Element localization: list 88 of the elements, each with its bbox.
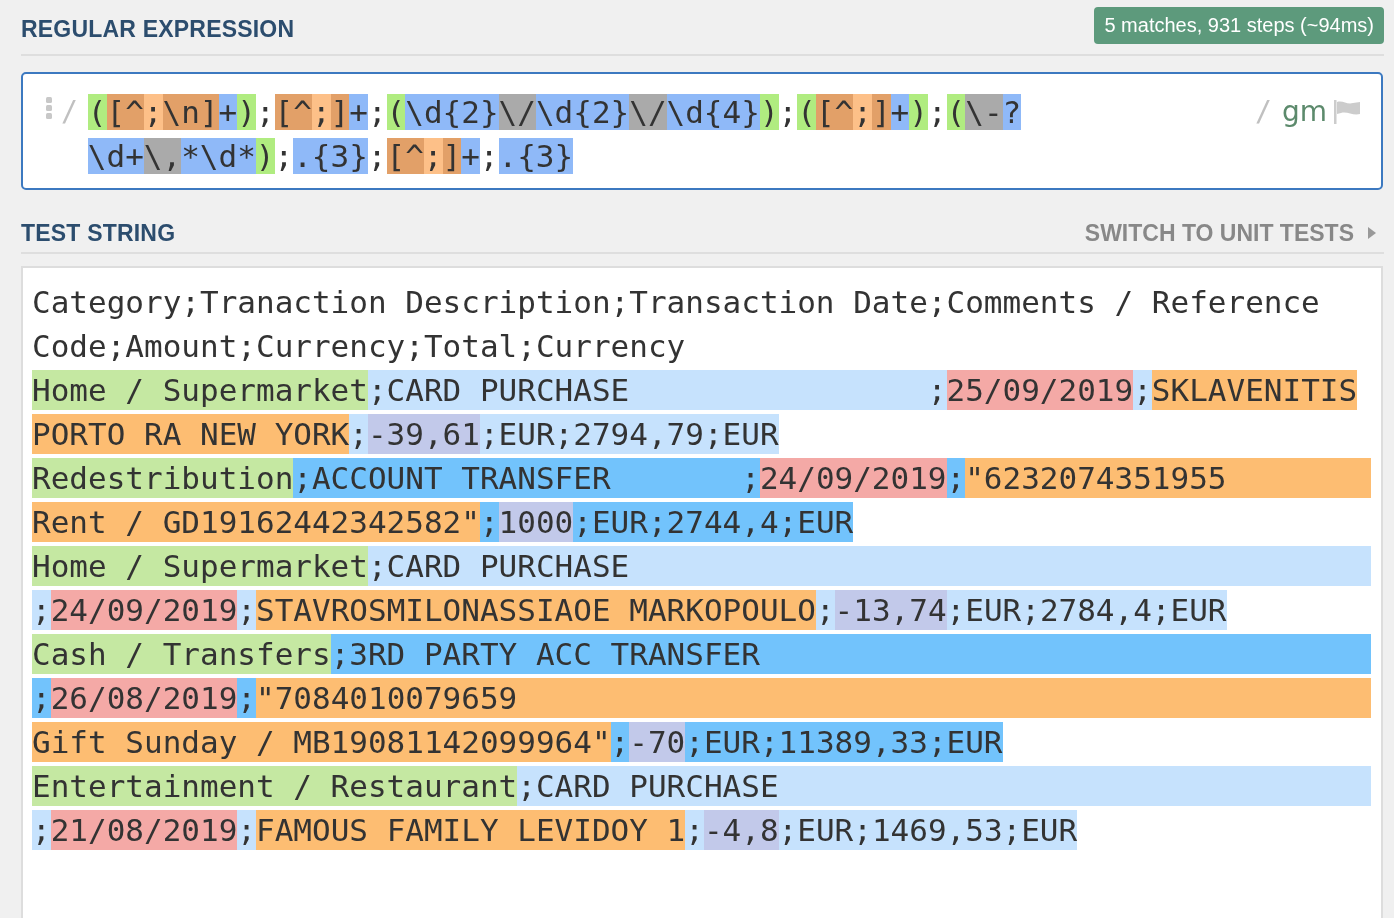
regex-token: ; — [479, 138, 499, 174]
highlighted-text: Home / Supermarket — [32, 370, 368, 410]
highlighted-text: PORTO RA NEW YORK — [32, 414, 350, 454]
regex-token: \, — [143, 138, 182, 174]
regex-token: \d{4} — [666, 94, 760, 130]
match-count-badge: 5 matches, 931 steps (~94ms) — [1094, 6, 1384, 44]
highlighted-text: -4,8 — [703, 810, 779, 850]
highlighted-text: ;EUR;2794,79;EUR — [479, 414, 779, 454]
highlighted-text: Entertainment / Restaurant — [32, 766, 518, 806]
regex-token: ; — [778, 94, 798, 130]
regex-token: ; — [367, 138, 387, 174]
regex-token: \n] — [162, 94, 219, 130]
regex-token: ; — [274, 138, 294, 174]
regex-token: [^ — [386, 138, 424, 174]
regex-delimiter: / — [61, 94, 78, 130]
regex-delimiter: / — [1255, 94, 1272, 130]
highlighted-text: ; — [685, 810, 704, 850]
highlighted-text: STAVROSMILONASSIAOE MARKOPOULO — [256, 590, 816, 630]
section-title: TEST STRING — [21, 219, 176, 247]
highlighted-text: ;CARD PURCHASE ; — [367, 370, 947, 410]
highlighted-text: ;ACCOUNT TRANSFER ; — [293, 458, 760, 498]
regex-token: [^ — [106, 94, 144, 130]
highlighted-text: -13,74 — [834, 590, 947, 630]
highlighted-text: ; — [237, 590, 256, 630]
highlighted-text: ; — [237, 810, 256, 850]
highlighted-text: Redestribution — [32, 458, 294, 498]
highlighted-text: ;EUR;11389,33;EUR — [685, 722, 1003, 762]
highlighted-text: 1000 — [498, 502, 574, 542]
test-text: Code;Amount;Currency;Total;Currency — [32, 327, 686, 366]
regex-token: [^ — [274, 94, 312, 130]
highlighted-text: ; — [32, 590, 51, 630]
regex-field[interactable]: / ([^;\n]+);[^;]+;(\d{2}\/\d{2}\/\d{4});([^;]+);(\-? \d+\,*\d*);.{3};[^;]+;.{3} / gm — [21, 72, 1383, 190]
highlighted-text: 24/09/2019 — [50, 590, 238, 630]
highlighted-text: "7084010079659 — [256, 678, 518, 718]
regex-token: + — [349, 94, 368, 130]
regex-token: \d{2} — [535, 94, 630, 130]
highlighted-text: ;CARD PURCHASE — [517, 766, 779, 806]
highlighted-text: ;EUR;2744,4;EUR — [573, 502, 854, 542]
highlighted-text: Home / Supermarket — [32, 546, 368, 586]
regex-token: ( — [797, 94, 816, 130]
regex-token: ; — [853, 94, 872, 130]
highlighted-text: SKLAVENITIS — [1151, 370, 1358, 410]
highlighted-text: ;3RD PARTY ACC TRANSFER — [330, 634, 760, 674]
highlighted-text: ; — [32, 810, 51, 850]
regex-token: \/ — [498, 94, 536, 130]
drag-handle-icon[interactable] — [45, 96, 53, 120]
highlighted-text: FAMOUS FAMILY LEVIDOY 1 — [256, 810, 686, 850]
regex-token: ( — [87, 94, 107, 130]
highlighted-text: Rent / GD19162442342582" — [32, 502, 480, 542]
switch-to-unit-tests-link[interactable]: SWITCH TO UNIT TESTS — [1084, 219, 1384, 247]
highlighted-text: Gift Sunday / MB19081142099964" — [32, 722, 611, 762]
regex-token: ( — [946, 94, 966, 130]
highlighted-text: ; — [237, 678, 256, 718]
regex-token: ) — [909, 94, 928, 130]
highlighted-text: ; — [32, 678, 51, 718]
regex-token: ; — [255, 94, 275, 130]
regex-token: ; — [367, 94, 387, 130]
regex-token: + — [461, 138, 480, 174]
test-text: Category;Tranaction Description;Transaction Date;Comments / Reference — [32, 283, 1320, 322]
highlighted-text: ;CARD PURCHASE — [367, 546, 630, 586]
regex-token: *\d* — [181, 138, 256, 174]
highlighted-text: ;EUR;1469,53;EUR — [778, 810, 1078, 850]
caret-icon — [1368, 227, 1376, 239]
regex-token: \d+ — [87, 138, 144, 174]
highlighted-text: -70 — [629, 722, 686, 762]
highlighted-text: ;EUR;2784,4;EUR — [946, 590, 1227, 630]
highlighted-text: 26/08/2019 — [50, 678, 238, 718]
regex-token: [^ — [815, 94, 854, 130]
regex-token: \- — [965, 94, 1003, 130]
highlighted-text: Cash / Transfers — [32, 634, 331, 674]
highlighted-text: "6232074351955 — [965, 458, 1227, 498]
regex-token: \/ — [629, 94, 667, 130]
regex-token: ( — [386, 94, 406, 130]
highlighted-text: -39,61 — [367, 414, 480, 454]
highlighted-text: 24/09/2019 — [759, 458, 947, 498]
highlighted-text: 25/09/2019 — [946, 370, 1134, 410]
flag-icon[interactable] — [1333, 100, 1361, 124]
highlighted-text: ; — [349, 414, 368, 454]
highlighted-text: 21/08/2019 — [50, 810, 238, 850]
section-title: REGULAR EXPRESSION — [21, 15, 295, 43]
regex-token: .{3} — [293, 138, 368, 174]
regex-token: \d{2} — [405, 94, 499, 130]
regex-token: ; — [927, 94, 947, 130]
regex-flags[interactable]: gm — [1281, 90, 1327, 134]
regex-token: .{3} — [498, 138, 574, 174]
test-string-field[interactable] — [21, 266, 1383, 918]
highlighted-text: ; — [1133, 370, 1152, 410]
regex-token: ) — [237, 94, 256, 130]
